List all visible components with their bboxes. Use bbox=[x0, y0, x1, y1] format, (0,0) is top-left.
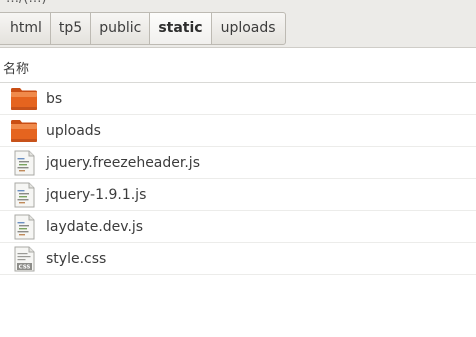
toolbar: html tp5 public static uploads bbox=[0, 8, 476, 48]
folder-icon bbox=[11, 88, 37, 110]
window-title-strip: …/(…) bbox=[0, 0, 476, 8]
javascript-file-icon bbox=[14, 214, 35, 240]
list-item[interactable]: jquery-1.9.1.js bbox=[0, 179, 476, 211]
javascript-file-icon bbox=[14, 182, 35, 208]
window-title: …/(…) bbox=[6, 0, 47, 6]
breadcrumb: html tp5 public static uploads bbox=[0, 12, 286, 45]
breadcrumb-public[interactable]: public bbox=[90, 13, 149, 44]
file-name: jquery-1.9.1.js bbox=[46, 187, 147, 203]
file-name: laydate.dev.js bbox=[46, 219, 144, 235]
list-item[interactable]: CSS style.css bbox=[0, 243, 476, 275]
breadcrumb-tp5[interactable]: tp5 bbox=[49, 13, 90, 44]
file-list: bs uploads jquery.freezeheader.js jquery… bbox=[0, 83, 476, 275]
breadcrumb-html[interactable]: html bbox=[0, 13, 50, 44]
folder-icon bbox=[11, 120, 37, 142]
file-name: style.css bbox=[46, 251, 107, 267]
breadcrumb-uploads[interactable]: uploads bbox=[210, 13, 285, 44]
breadcrumb-static[interactable]: static bbox=[149, 13, 211, 44]
list-item[interactable]: laydate.dev.js bbox=[0, 211, 476, 243]
name-column-header[interactable]: 名称 bbox=[3, 58, 29, 77]
list-column-header[interactable]: 名称 bbox=[0, 49, 476, 83]
css-badge-label: CSS bbox=[19, 265, 31, 271]
file-name: jquery.freezeheader.js bbox=[46, 155, 200, 171]
list-item[interactable]: jquery.freezeheader.js bbox=[0, 147, 476, 179]
css-file-icon: CSS bbox=[14, 246, 35, 272]
list-item[interactable]: bs bbox=[0, 83, 476, 115]
file-name: bs bbox=[46, 91, 63, 107]
javascript-file-icon bbox=[14, 150, 35, 176]
list-item[interactable]: uploads bbox=[0, 115, 476, 147]
file-name: uploads bbox=[46, 123, 101, 139]
